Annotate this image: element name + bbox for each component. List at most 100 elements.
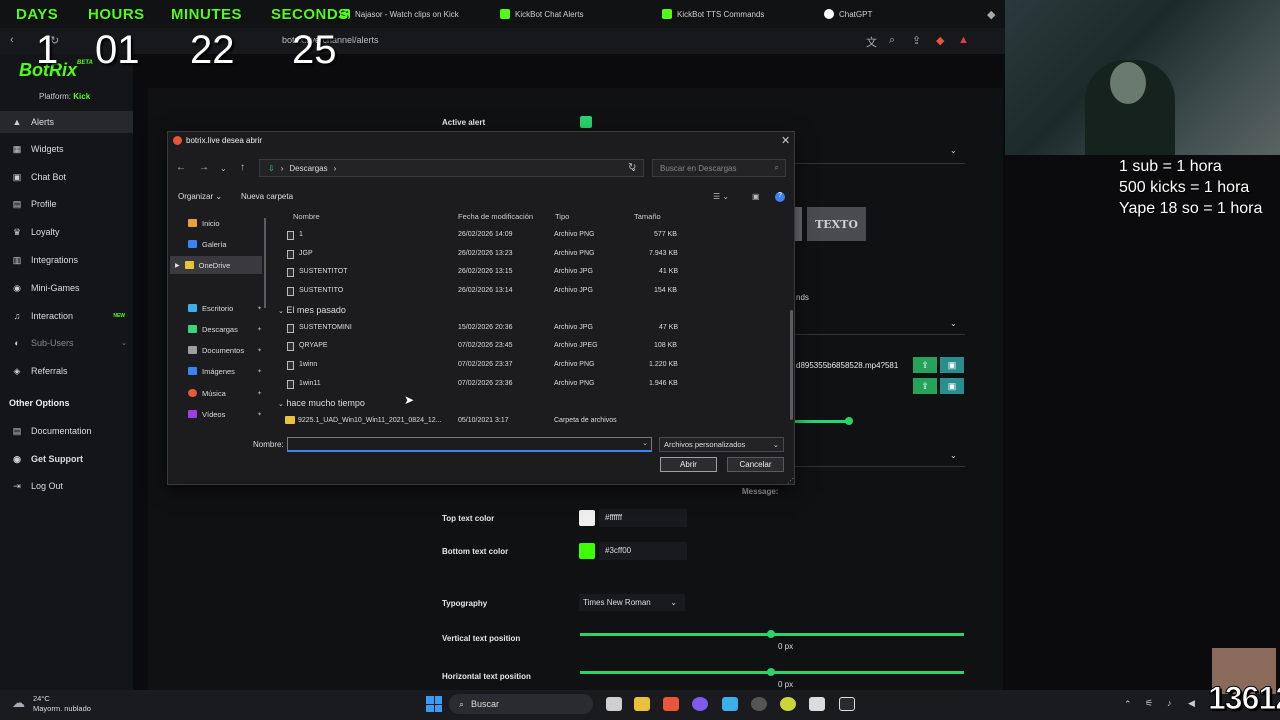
taskbar-search[interactable]: ⌕ Buscar — [449, 694, 593, 714]
app-icon[interactable] — [809, 697, 825, 711]
brave-shield-icon[interactable]: ◆ — [936, 34, 944, 47]
file-row[interactable]: JGP 26/02/2026 13:23 Archivo PNG 7.943 KB — [282, 246, 682, 264]
new-folder-button[interactable]: Nueva carpeta — [241, 192, 293, 201]
chrome-icon[interactable] — [780, 697, 796, 711]
tree-item-imagenes[interactable]: Imágenes ✦ — [170, 362, 262, 380]
font-select[interactable]: ⌄ — [795, 447, 965, 467]
translate-icon[interactable]: 文 — [866, 34, 877, 50]
microphone-icon[interactable]: ♪ — [1167, 698, 1172, 708]
close-icon[interactable]: ✕ — [781, 134, 790, 147]
tree-item-escritorio[interactable]: Escritorio ✦ — [170, 299, 262, 317]
resize-grip-icon[interactable]: ⋰ — [787, 477, 794, 485]
obs-icon[interactable] — [751, 697, 767, 711]
sidebar-item-integrations[interactable]: ▥ Integrations — [0, 249, 133, 271]
forward-arrow-icon[interactable]: → — [199, 162, 209, 173]
upload-button[interactable]: ⇪ — [913, 357, 937, 373]
brave-rewards-icon[interactable]: ▲ — [958, 34, 969, 46]
column-size[interactable]: Tamaño — [634, 212, 661, 221]
share-icon[interactable]: ⇪ — [912, 34, 921, 47]
file-row[interactable]: 1win11 07/02/2026 23:36 Archivo PNG 1.946 K… — [282, 376, 682, 394]
speaker-icon[interactable]: ◀ — [1188, 698, 1195, 709]
alert-type-select[interactable]: ⌄ — [795, 140, 965, 164]
sidebar-item-profile[interactable]: ▤ Profile — [0, 193, 133, 215]
file-row[interactable]: SUSTENTOMINI 15/02/2026 20:36 Archivo JPG 4… — [282, 320, 682, 338]
group-header-last-month[interactable]: ⌄ El mes pasado — [278, 305, 346, 315]
tree-scrollbar[interactable] — [264, 218, 266, 308]
sidebar-item-interaction[interactable]: ♫ Interaction NEW — [0, 305, 133, 327]
cancel-button[interactable]: Cancelar — [727, 457, 784, 472]
file-row[interactable]: SUSTENTITOT 26/02/2026 13:15 Archivo JPG 41… — [282, 264, 682, 282]
volume-slider-knob[interactable] — [845, 417, 853, 425]
vertical-position-knob[interactable] — [767, 630, 775, 638]
group-header-long-ago[interactable]: ⌄ hace mucho tiempo — [278, 398, 365, 408]
tree-item-descargas[interactable]: Descargas ✦ — [170, 320, 262, 338]
gallery-button-2[interactable]: ▣ — [940, 378, 964, 394]
upload-button-2[interactable]: ⇪ — [913, 378, 937, 394]
back-arrow-icon[interactable]: ← — [176, 162, 186, 173]
top-text-color-swatch[interactable] — [579, 510, 595, 526]
tree-item-onedrive[interactable]: ▶ OneDrive — [170, 256, 262, 274]
dialog-search-input[interactable]: Buscar en Descargas ⌕ — [652, 159, 786, 177]
notepad-icon[interactable] — [722, 697, 738, 711]
sidebar-item-get-support[interactable]: ◉ Get Support — [0, 448, 133, 470]
file-row[interactable]: SUSTENTITO 26/02/2026 13:14 Archivo JPG 154… — [282, 283, 682, 301]
sidebar-item-mini-games[interactable]: ◉ Mini-Games — [0, 277, 133, 299]
brave-icon[interactable] — [663, 697, 679, 711]
active-alert-toggle[interactable] — [580, 116, 592, 128]
chevron-up-icon[interactable]: ⌃ — [1124, 699, 1132, 710]
file-list-scrollbar[interactable] — [790, 310, 793, 420]
discord-icon[interactable] — [692, 697, 708, 711]
terminal-icon[interactable] — [839, 697, 855, 711]
filename-input[interactable]: ⌄ — [287, 437, 652, 452]
zoom-icon[interactable]: ⌕ — [889, 34, 895, 47]
sidebar-item-loyalty[interactable]: ♛ Loyalty — [0, 221, 133, 243]
folder-row[interactable]: 9225.1_UAD_Win10_Win11_2021_0824_12... 05… — [282, 413, 742, 431]
network-icon[interactable]: ⚟ — [1145, 698, 1153, 709]
bottom-text-color-input[interactable]: #3cff00 — [599, 542, 687, 560]
filetype-select[interactable]: Archivos personalizados ⌄ — [659, 437, 784, 452]
recent-dropdown-icon[interactable]: ⌄ — [220, 164, 227, 173]
refresh-icon[interactable]: ↻ — [628, 162, 636, 173]
address-bar[interactable]: botrix.live/channel/alerts — [256, 31, 876, 49]
preview-pane-icon[interactable]: ▣ — [752, 192, 760, 201]
tab-chatgpt[interactable]: ChatGPT — [824, 4, 872, 24]
tree-item-inicio[interactable]: Inicio — [170, 214, 262, 232]
gallery-button[interactable]: ▣ — [940, 357, 964, 373]
column-date[interactable]: Fecha de modificación — [458, 212, 533, 221]
tree-item-videos[interactable]: Vídeos ✦ — [170, 405, 262, 423]
volume-slider[interactable] — [795, 420, 850, 423]
file-row[interactable]: 1winn 07/02/2026 23:37 Archivo PNG 1.220 KB — [282, 357, 682, 375]
help-icon[interactable]: ? — [775, 192, 785, 202]
sidebar-item-documentation[interactable]: ▤ Documentation — [0, 420, 133, 442]
file-explorer-icon[interactable] — [634, 697, 650, 711]
sidebar-item-referrals[interactable]: ◈ Referrals — [0, 360, 133, 382]
tab-chat-alerts[interactable]: KickBot Chat Alerts — [500, 4, 583, 24]
column-type[interactable]: Tipo — [555, 212, 569, 221]
extension-icon[interactable]: ◆ — [987, 8, 995, 21]
sidebar-item-sub-users[interactable]: ◐ Sub-Users ⌄ — [0, 332, 133, 354]
sidebar-item-widgets[interactable]: ▦ Widgets — [0, 138, 133, 160]
tab-tts-commands[interactable]: KickBot TTS Commands — [662, 4, 764, 24]
sound-select[interactable]: ⌄ — [795, 315, 965, 335]
open-button[interactable]: Abrir — [660, 457, 717, 472]
typography-select[interactable]: Times New Roman ⌄ — [579, 594, 685, 611]
up-arrow-icon[interactable]: ↑ — [240, 162, 245, 173]
organize-button[interactable]: Organizar ⌄ — [178, 192, 222, 201]
tree-item-musica[interactable]: Música ✦ — [170, 384, 262, 402]
top-text-color-input[interactable]: #ffffff — [599, 509, 687, 527]
file-row[interactable]: QRYAPE 07/02/2026 23:45 Archivo JPEG 108 KB — [282, 338, 682, 356]
sidebar-item-chat-bot[interactable]: ▣ Chat Bot — [0, 166, 133, 188]
back-icon[interactable]: ‹ — [10, 34, 14, 46]
horizontal-position-knob[interactable] — [767, 668, 775, 676]
tab-najasor[interactable]: Najasor - Watch clips on Kick — [340, 4, 459, 24]
view-icon[interactable]: ☰ ⌄ — [713, 192, 729, 201]
tree-item-documentos[interactable]: Documentos ✦ — [170, 341, 262, 359]
sidebar-item-alerts[interactable]: ▲ Alerts — [0, 111, 133, 133]
weather-widget[interactable]: 24°C Mayorm. nublado — [33, 694, 91, 714]
bottom-text-color-swatch[interactable] — [579, 543, 595, 559]
tree-item-galeria[interactable]: Galería — [170, 235, 262, 253]
file-row[interactable]: 1 26/02/2026 14:09 Archivo PNG 577 KB — [282, 227, 682, 245]
path-bar[interactable]: ⇩ › Descargas › ⌄ — [259, 159, 644, 177]
sidebar-item-log-out[interactable]: ⇥ Log Out — [0, 475, 133, 497]
column-name[interactable]: Nombre — [293, 212, 320, 221]
